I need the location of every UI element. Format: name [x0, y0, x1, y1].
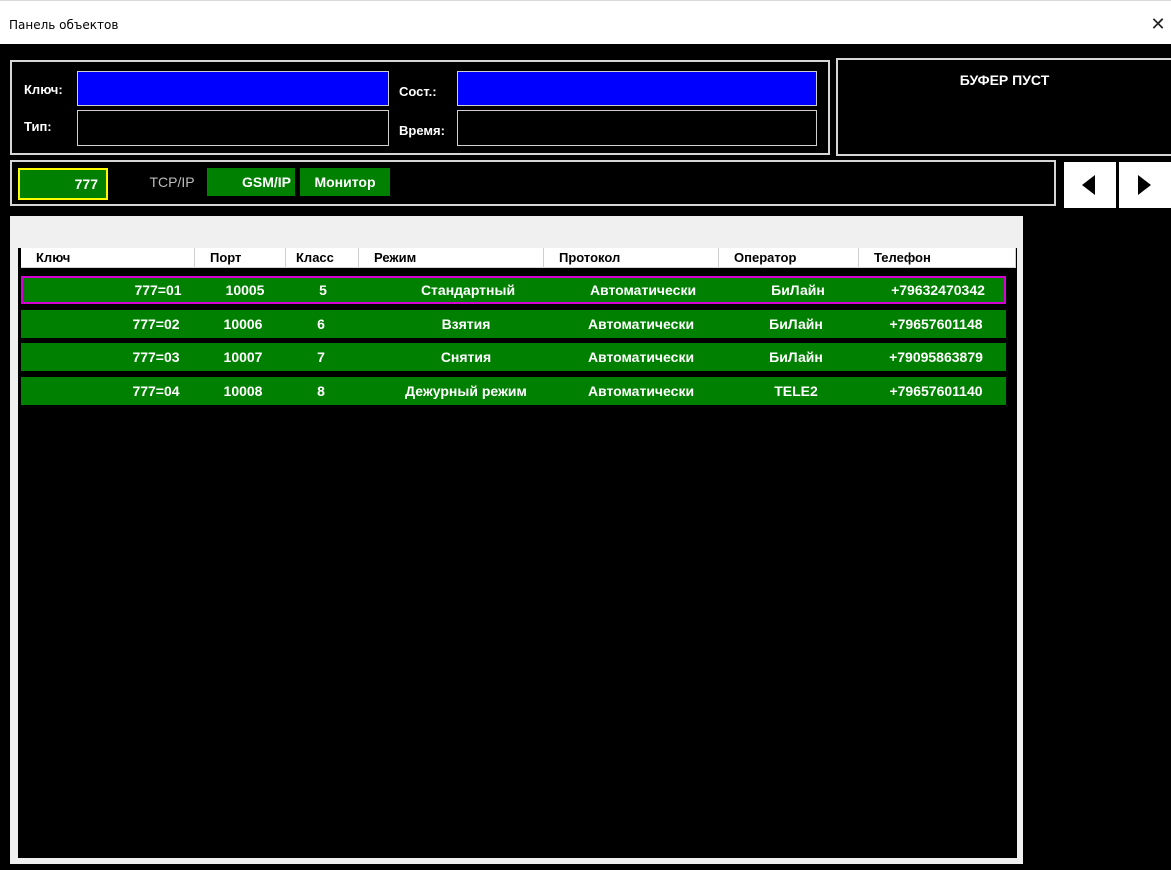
header-phone[interactable]: Телефон — [859, 248, 1016, 267]
cell-protocol: Автоматически — [587, 349, 695, 365]
state-label: Сост.: — [399, 84, 437, 99]
header-operator[interactable]: Оператор — [719, 248, 859, 267]
cell-mode: Дежурный режим — [405, 383, 527, 399]
header-class[interactable]: Класс — [286, 248, 359, 267]
window-title: Панель объектов — [9, 18, 119, 32]
info-panel: Ключ: Тип: Сост.: Время: — [10, 60, 830, 155]
cell-protocol: Автоматически — [587, 316, 695, 332]
prev-button[interactable] — [1064, 162, 1116, 208]
header-port[interactable]: Порт — [195, 248, 286, 267]
cell-protocol: Автоматически — [589, 282, 697, 298]
cell-mode: Снятия — [440, 349, 492, 365]
cell-phone: +79095863879 — [889, 349, 983, 365]
cell-class: 6 — [317, 316, 325, 332]
cell-port: 10008 — [223, 383, 263, 399]
key-field[interactable] — [77, 71, 389, 106]
key-label: Ключ: — [24, 82, 63, 97]
cell-operator: TELE2 — [774, 383, 818, 399]
table-top-bar — [10, 216, 1023, 248]
cell-mode: Взятия — [441, 316, 491, 332]
cell-phone: +79632470342 — [891, 282, 985, 298]
cell-protocol: Автоматически — [587, 383, 695, 399]
cell-operator: БиЛайн — [769, 349, 823, 365]
next-button[interactable] — [1119, 162, 1171, 208]
object-key-input[interactable]: 777 — [18, 168, 108, 200]
mode-gsm-ip[interactable]: GSM/IP — [207, 168, 295, 196]
cell-class: 5 — [319, 282, 327, 298]
type-label: Тип: — [24, 119, 52, 134]
close-icon[interactable]: ✕ — [1149, 15, 1167, 33]
state-field[interactable] — [457, 71, 817, 106]
mode-tcp-ip[interactable]: TCP/IP — [142, 168, 202, 196]
cell-port: 10005 — [225, 282, 265, 298]
cell-port: 10007 — [223, 349, 263, 365]
buffer-panel: БУФЕР ПУСТ — [836, 58, 1171, 156]
header-mode[interactable]: Режим — [359, 248, 544, 267]
objects-table: Ключ Порт Класс Режим Протокол Оператор … — [10, 216, 1023, 864]
title-bar: Панель объектов ✕ — [0, 0, 1171, 44]
cell-key: 777=01 — [134, 282, 182, 298]
table-row[interactable]: 777=03 10007 7 Снятия Автоматически БиЛа… — [21, 343, 1006, 371]
table-row[interactable]: 777=02 10006 6 Взятия Автоматически БиЛа… — [21, 310, 1006, 338]
table-header: Ключ Порт Класс Режим Протокол Оператор … — [21, 248, 1016, 268]
cell-phone: +79657601148 — [889, 316, 983, 332]
cell-phone: +79657601140 — [889, 383, 983, 399]
cell-operator: БиЛайн — [769, 316, 823, 332]
triangle-right-icon — [1138, 175, 1151, 195]
table-row[interactable]: 777=04 10008 8 Дежурный режим Автоматиче… — [21, 377, 1006, 405]
cell-class: 8 — [317, 383, 325, 399]
triangle-left-icon — [1082, 175, 1095, 195]
cell-operator: БиЛайн — [771, 282, 825, 298]
cell-key: 777=04 — [132, 383, 180, 399]
table-row[interactable]: 777=01 10005 5 Стандартный Автоматически… — [21, 276, 1006, 304]
type-field[interactable] — [77, 110, 389, 146]
cell-key: 777=03 — [132, 349, 180, 365]
mode-monitor[interactable]: Монитор — [300, 168, 390, 196]
header-protocol[interactable]: Протокол — [544, 248, 719, 267]
cell-class: 7 — [317, 349, 325, 365]
time-label: Время: — [399, 123, 445, 138]
buffer-status: БУФЕР ПУСТ — [959, 72, 1050, 88]
cell-key: 777=02 — [132, 316, 180, 332]
cell-port: 10006 — [223, 316, 263, 332]
header-key[interactable]: Ключ — [21, 248, 195, 267]
cell-mode: Стандартный — [420, 282, 516, 298]
time-field[interactable] — [457, 110, 817, 146]
